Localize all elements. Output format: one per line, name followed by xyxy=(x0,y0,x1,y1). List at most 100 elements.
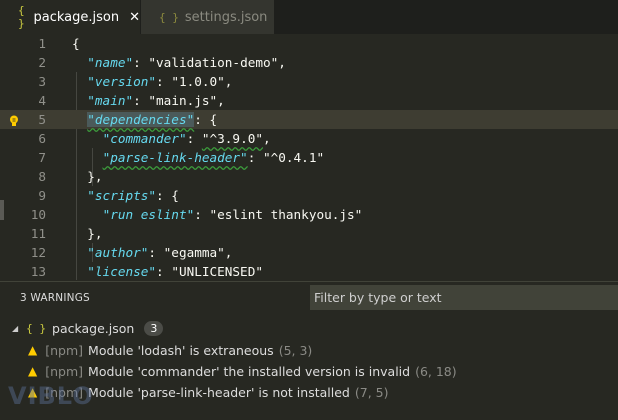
warning-icon: ▲ xyxy=(28,364,38,378)
code-line[interactable]: 8 }, xyxy=(0,167,618,186)
json-string: "^3.9.0" xyxy=(201,131,263,146)
json-key: "parse-link-header" xyxy=(102,150,248,165)
code-text: { xyxy=(72,34,80,53)
line-number: 5 xyxy=(38,112,46,127)
json-string: "validation-demo" xyxy=(148,55,279,70)
json-key: "run eslint" xyxy=(102,207,195,222)
watermark-logo: VIBLO xyxy=(8,382,94,410)
code-line[interactable]: 10 "run eslint": "eslint thankyou.js" xyxy=(0,205,618,224)
punctuation xyxy=(72,131,103,146)
json-braces-icon: { } xyxy=(18,4,25,30)
line-number: 6 xyxy=(38,131,46,146)
punctuation xyxy=(72,55,87,70)
warnings-count-title: 3 WARNINGS xyxy=(20,292,90,304)
punctuation xyxy=(72,74,87,89)
tab-bar: { } package.json ✕ { } settings.json xyxy=(0,0,618,34)
punctuation: , xyxy=(278,55,286,70)
json-string: "UNLICENSED" xyxy=(171,264,263,279)
punctuation xyxy=(72,207,103,222)
punctuation: }, xyxy=(72,226,103,241)
punctuation: { xyxy=(72,36,80,51)
problem-file-row[interactable]: ◢ { } package.json 3 xyxy=(12,318,164,338)
collapse-triangle-icon[interactable]: ◢ xyxy=(12,324,18,333)
json-braces-icon: { } xyxy=(159,10,179,24)
code-text: "main": "main.js", xyxy=(72,91,225,110)
code-text: "scripts": { xyxy=(72,186,179,205)
punctuation: : xyxy=(194,207,210,222)
json-string: "egamma" xyxy=(163,245,225,260)
code-text: "run eslint": "eslint thankyou.js" xyxy=(72,205,363,224)
code-line[interactable]: 5 "dependencies": { xyxy=(0,110,618,129)
code-line[interactable]: 7 "parse-link-header": "^0.4.1" xyxy=(0,148,618,167)
tab-settings-json[interactable]: { } settings.json xyxy=(141,0,274,34)
punctuation: : xyxy=(156,264,172,279)
line-number: 2 xyxy=(38,55,46,70)
line-number: 4 xyxy=(38,93,46,108)
warning-item[interactable]: ▲ [npm] Module 'lodash' is extraneous (5… xyxy=(28,340,312,360)
warning-location: (7, 5) xyxy=(354,384,389,400)
json-key: "main" xyxy=(87,93,134,108)
punctuation: : xyxy=(148,245,164,260)
punctuation xyxy=(72,93,87,108)
json-key: "scripts" xyxy=(87,188,157,203)
code-text: "commander": "^3.9.0", xyxy=(72,129,271,148)
punctuation: : xyxy=(133,55,149,70)
code-editor[interactable]: 1{2 "name": "validation-demo", 3 "version… xyxy=(0,34,618,280)
punctuation xyxy=(72,264,87,279)
code-text: "author": "egamma", xyxy=(72,243,232,262)
warning-source: [npm] xyxy=(45,342,84,358)
punctuation: : xyxy=(133,93,149,108)
code-text: }, xyxy=(72,167,102,186)
warning-message: Module 'lodash' is extraneous xyxy=(88,342,274,358)
punctuation: : xyxy=(156,74,172,89)
line-number: 9 xyxy=(38,188,46,203)
code-line[interactable]: 12 "author": "egamma", xyxy=(0,243,618,262)
code-text: }, xyxy=(72,224,103,243)
code-text: "name": "validation-demo", xyxy=(72,53,286,72)
punctuation: : xyxy=(186,131,202,146)
line-number: 10 xyxy=(30,207,46,222)
punctuation xyxy=(72,188,87,203)
line-number: 7 xyxy=(38,150,46,165)
warning-message: Module 'parse-link-header' is not instal… xyxy=(88,384,350,400)
punctuation xyxy=(72,245,87,260)
line-number: 13 xyxy=(30,264,46,279)
punctuation: : { xyxy=(194,112,218,127)
line-number: 11 xyxy=(30,226,46,241)
file-name: package.json xyxy=(52,320,135,336)
line-number: 8 xyxy=(38,169,46,184)
code-line[interactable]: 11 }, xyxy=(0,224,618,243)
close-icon[interactable]: ✕ xyxy=(129,10,140,25)
filter-input[interactable] xyxy=(310,285,618,310)
warning-icon: ▲ xyxy=(28,343,38,357)
json-key: "dependencies" xyxy=(87,112,195,127)
punctuation: : xyxy=(247,150,263,165)
json-key: "name" xyxy=(87,55,134,70)
tab-package-json[interactable]: { } package.json ✕ xyxy=(0,0,140,34)
code-line[interactable]: 2 "name": "validation-demo", xyxy=(0,53,618,72)
json-string: "^0.4.1" xyxy=(262,150,325,165)
punctuation: , xyxy=(217,93,225,108)
code-line[interactable]: 13 "license": "UNLICENSED" xyxy=(0,262,618,280)
code-text: "parse-link-header": "^0.4.1" xyxy=(72,148,325,167)
code-text: "dependencies": { xyxy=(72,110,217,129)
json-string: "eslint thankyou.js" xyxy=(209,207,363,222)
warning-item[interactable]: ▲ [npm] Module 'commander' the installed… xyxy=(28,361,457,381)
punctuation: , xyxy=(224,74,233,89)
punctuation xyxy=(72,112,87,127)
line-number: 12 xyxy=(30,245,46,260)
code-line[interactable]: 6 "commander": "^3.9.0", xyxy=(0,129,618,148)
problem-count-badge: 3 xyxy=(144,320,164,336)
tab-label: package.json xyxy=(33,9,120,25)
code-line[interactable]: 4 "main": "main.js", xyxy=(0,91,618,110)
code-line[interactable]: 9 "scripts": { xyxy=(0,186,618,205)
line-number: 1 xyxy=(38,36,46,51)
code-line[interactable]: 3 "version": "1.0.0", xyxy=(0,72,618,91)
json-braces-icon: { } xyxy=(26,321,47,335)
json-key: "version" xyxy=(87,74,157,89)
code-line[interactable]: 1{ xyxy=(0,34,618,53)
code-text: "license": "UNLICENSED" xyxy=(72,262,263,280)
json-key: "license" xyxy=(87,264,157,279)
line-number: 3 xyxy=(38,74,46,89)
warning-source: [npm] xyxy=(45,363,84,379)
